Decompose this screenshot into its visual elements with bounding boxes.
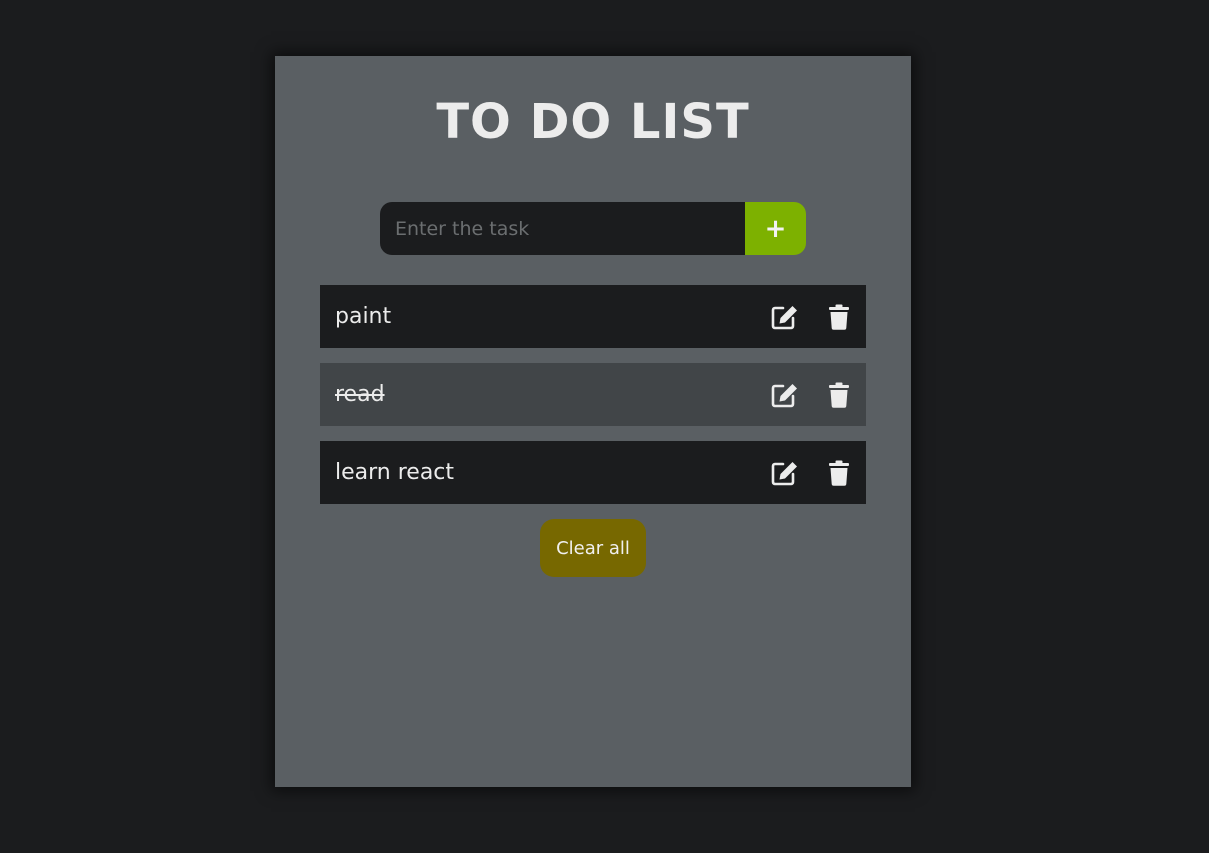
task-text[interactable]: learn react xyxy=(335,460,770,485)
task-item-completed: read xyxy=(320,363,866,426)
trash-icon[interactable] xyxy=(824,458,854,488)
task-text[interactable]: paint xyxy=(335,304,770,329)
edit-icon[interactable] xyxy=(770,302,800,332)
trash-icon[interactable] xyxy=(824,302,854,332)
clear-all-button[interactable]: Clear all xyxy=(540,519,646,577)
task-list: paint read learn react xyxy=(320,285,866,519)
task-input[interactable] xyxy=(380,202,745,255)
task-item: learn react xyxy=(320,441,866,504)
edit-icon[interactable] xyxy=(770,380,800,410)
add-task-button[interactable]: + xyxy=(745,202,806,255)
trash-icon[interactable] xyxy=(824,380,854,410)
page-title: TO DO LIST xyxy=(436,94,750,150)
edit-icon[interactable] xyxy=(770,458,800,488)
todo-card: TO DO LIST + paint read xyxy=(275,56,911,787)
task-text[interactable]: read xyxy=(335,382,770,407)
task-item: paint xyxy=(320,285,866,348)
task-input-row: + xyxy=(380,202,806,255)
